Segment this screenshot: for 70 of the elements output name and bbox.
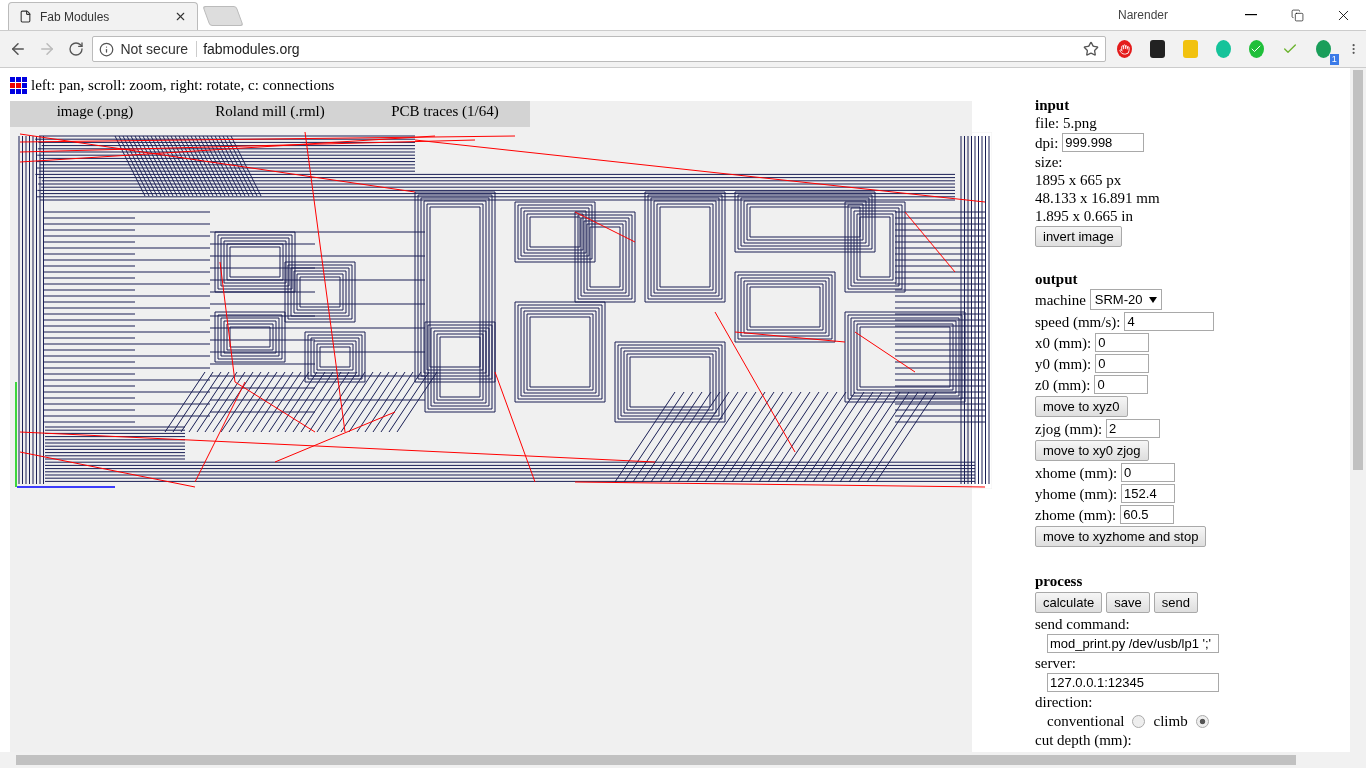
action-button[interactable]: move to xyzhome and stop xyxy=(1035,526,1207,547)
radio-button[interactable] xyxy=(1132,714,1146,728)
action-button[interactable]: move to xy0 zjog xyxy=(1035,440,1149,461)
radio-label: climb xyxy=(1153,712,1188,730)
field-label: yhome (mm): xyxy=(1035,484,1118,503)
dpi-field[interactable]: 999.998 xyxy=(1062,133,1145,152)
size-label: size: xyxy=(1035,153,1064,171)
field-label: xhome (mm): xyxy=(1035,463,1118,482)
info-icon[interactable] xyxy=(99,41,115,57)
menu-item[interactable]: image (.png) xyxy=(10,101,180,127)
input-field[interactable]: 0 xyxy=(1095,354,1150,373)
dpi-label: dpi: xyxy=(1035,133,1059,152)
close-icon[interactable] xyxy=(174,10,187,23)
section-heading: output xyxy=(1035,270,1079,288)
send-command-field[interactable]: mod_print.py /dev/usb/lp1 ';' xyxy=(1047,634,1219,653)
direction-label: direction: xyxy=(1035,693,1094,711)
notification-badge: 1 xyxy=(1329,54,1339,65)
input-field[interactable]: 2 xyxy=(1106,419,1161,438)
menu-item[interactable]: Roland mill (.rml) xyxy=(180,101,360,127)
page-icon xyxy=(19,10,32,23)
radio-button[interactable] xyxy=(1195,714,1209,728)
process-button[interactable]: calculate xyxy=(1035,592,1103,613)
bookmark-star-icon[interactable] xyxy=(1083,41,1100,57)
controls-hint: left: pan, scroll: zoom, right: rotate, c: connections xyxy=(31,77,335,94)
menu-item[interactable]: PCB traces (1/64) xyxy=(360,101,530,127)
action-button[interactable]: move to xyz0 xyxy=(1035,396,1128,417)
invert-image-button[interactable]: invert image xyxy=(1035,226,1122,247)
server-field[interactable]: 127.0.0.1:12345 xyxy=(1047,673,1219,692)
send-command-label: send command: xyxy=(1035,615,1131,633)
new-tab-button[interactable] xyxy=(202,6,244,26)
browser-tab[interactable]: Fab Modules xyxy=(8,2,198,30)
process-button[interactable]: send xyxy=(1153,592,1198,613)
profile-name[interactable]: Narender xyxy=(1117,8,1168,22)
security-label: Not secure xyxy=(120,41,198,57)
vertical-scrollbar[interactable] xyxy=(1350,68,1366,752)
reload-icon xyxy=(68,41,85,57)
size-value: 1.895 x 0.665 in xyxy=(1035,207,1134,225)
tab-title: Fab Modules xyxy=(40,9,111,24)
field-label: x0 (mm): xyxy=(1035,333,1092,352)
input-field[interactable]: 0 xyxy=(1094,375,1149,394)
check-extension-icon[interactable] xyxy=(1249,40,1264,58)
server-label: server: xyxy=(1035,654,1077,672)
size-value: 48.133 x 16.891 mm xyxy=(1035,189,1161,207)
cut-depth-label: cut depth (mm): xyxy=(1035,731,1133,749)
file-name: file: 5.png xyxy=(1035,114,1098,132)
url-text: fabmodules.org xyxy=(203,41,301,57)
section-heading: input xyxy=(1035,96,1071,114)
hand-extension-icon[interactable] xyxy=(1117,40,1133,58)
size-value: 1895 x 665 px xyxy=(1035,171,1123,189)
minimize-icon xyxy=(1245,14,1257,16)
field-label: speed (mm/s): xyxy=(1035,312,1121,331)
horizontal-scrollbar[interactable] xyxy=(0,752,1366,768)
field-label: z0 (mm): xyxy=(1035,375,1091,394)
field-label: zhome (mm): xyxy=(1035,505,1117,524)
input-field[interactable]: 4 xyxy=(1124,312,1215,331)
input-field[interactable]: 60.5 xyxy=(1120,505,1175,524)
field-label: zjog (mm): xyxy=(1035,419,1103,438)
caret-icon xyxy=(1148,296,1157,303)
field-label: y0 (mm): xyxy=(1035,354,1092,373)
address-bar[interactable]: Not secure fabmodules.org xyxy=(92,36,1107,62)
section-heading: process xyxy=(1035,572,1084,590)
input-field[interactable]: 0 xyxy=(1121,463,1176,482)
restore-icon xyxy=(1290,8,1304,22)
process-button[interactable]: save xyxy=(1106,592,1150,613)
grid-logo-icon xyxy=(10,76,28,95)
input-field[interactable]: 0 xyxy=(1095,333,1150,352)
input-field[interactable]: 152.4 xyxy=(1121,484,1176,503)
machine-select[interactable]: SRM-20 xyxy=(1089,289,1162,310)
machine-label: machine xyxy=(1035,290,1086,309)
radio-label: conventional xyxy=(1047,712,1125,730)
